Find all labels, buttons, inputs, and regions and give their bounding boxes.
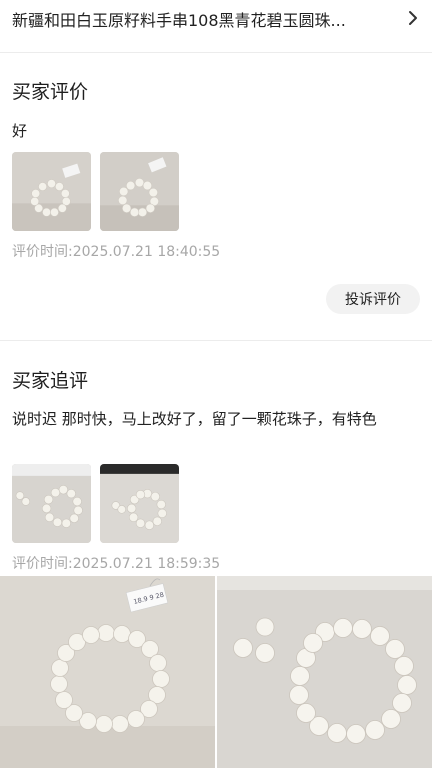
review-photo-thumbnail[interactable] — [12, 152, 91, 231]
product-header[interactable]: 新疆和田白玉原籽料手串108黑青花碧玉圆珠... — [0, 0, 432, 38]
bracelet-with-tag-image — [100, 152, 179, 231]
buyer-review-text: 好 — [12, 122, 28, 140]
product-title[interactable]: 新疆和田白玉原籽料手串108黑青花碧玉圆珠... — [12, 7, 394, 31]
follow-up-photo-thumbnail[interactable] — [12, 464, 91, 543]
follow-up-photo-thumbnail[interactable] — [100, 464, 179, 543]
buyer-review-time: 评价时间:2025.07.21 18:40:55 — [12, 244, 221, 260]
bracelet-with-tag-image: 18.9 9 28 — [0, 576, 215, 768]
follow-up-review-time: 评价时间:2025.07.21 18:59:35 — [12, 556, 221, 572]
divider — [0, 52, 432, 53]
chevron-right-icon[interactable] — [406, 9, 420, 27]
bracelet-with-loose-beads-image — [217, 576, 432, 768]
divider — [0, 340, 432, 341]
bracelet-with-tag-image — [12, 152, 91, 231]
buyer-review-title: 买家评价 — [12, 81, 89, 103]
review-photo-thumbnail[interactable] — [100, 152, 179, 231]
follow-up-review-title: 买家追评 — [12, 370, 89, 392]
bracelet-with-loose-beads-image — [12, 464, 91, 543]
photo-viewer-image-2[interactable] — [217, 576, 432, 768]
photo-viewer-image-1[interactable]: 18.9 9 28 — [0, 576, 215, 768]
bracelet-with-loose-beads-image — [100, 464, 179, 543]
follow-up-review-text: 说时迟 那时快，马上改好了，留了一颗花珠子，有特色 — [12, 410, 377, 428]
complaint-review-button[interactable]: 投诉评价 — [326, 284, 420, 314]
